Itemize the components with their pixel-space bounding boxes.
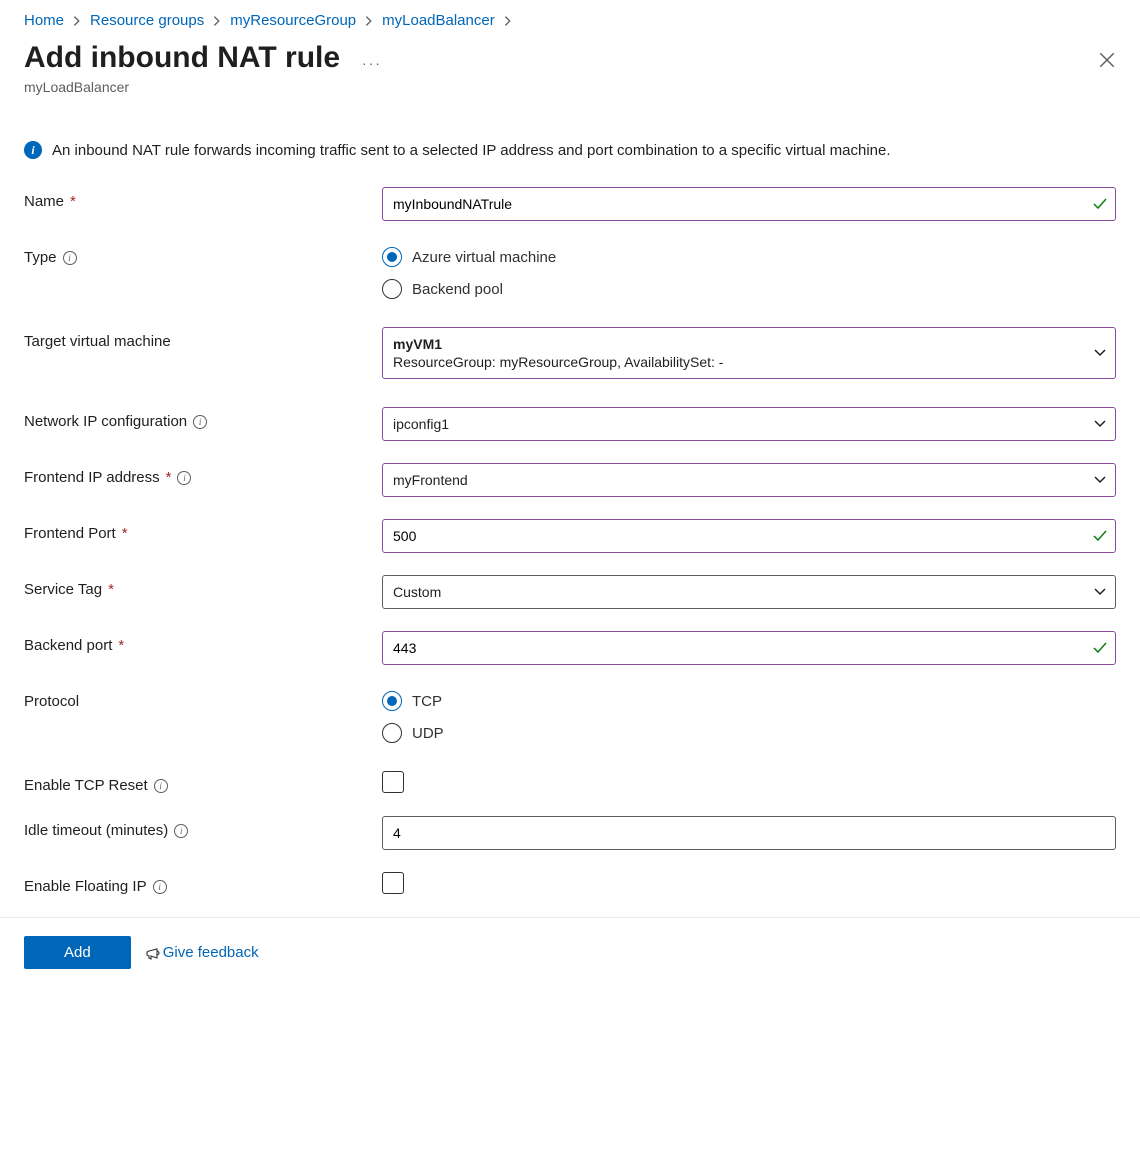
service-tag-select[interactable]: Custom — [382, 575, 1116, 609]
info-icon: i — [24, 141, 42, 159]
network-ip-select[interactable]: ipconfig1 — [382, 407, 1116, 441]
required-indicator: * — [122, 525, 128, 542]
backend-port-field[interactable] — [393, 632, 1079, 664]
megaphone-icon — [145, 945, 161, 961]
tcp-reset-label: Enable TCP Reset — [24, 777, 148, 794]
service-tag-label: Service Tag — [24, 581, 102, 598]
service-tag-value: Custom — [393, 584, 441, 600]
backend-port-label: Backend port — [24, 637, 112, 654]
type-radio-backend-pool[interactable]: Backend pool — [382, 279, 1116, 299]
target-vm-main: myVM1 — [393, 336, 442, 352]
give-feedback-link[interactable]: Give feedback — [145, 944, 259, 961]
page-title: Add inbound NAT rule — [24, 41, 340, 75]
required-indicator: * — [166, 469, 172, 486]
info-hint-icon[interactable]: i — [177, 471, 191, 485]
floating-ip-checkbox[interactable] — [382, 872, 404, 894]
breadcrumb-resource-groups[interactable]: Resource groups — [90, 12, 204, 29]
info-hint-icon[interactable]: i — [63, 251, 77, 265]
frontend-ip-label: Frontend IP address — [24, 469, 160, 486]
tcp-reset-checkbox[interactable] — [382, 771, 404, 793]
type-radio-group: Azure virtual machine Backend pool — [382, 243, 1116, 299]
breadcrumb-my-load-balancer[interactable]: myLoadBalancer — [382, 12, 495, 29]
protocol-radio-tcp[interactable]: TCP — [382, 691, 1116, 711]
type-radio-azure-vm[interactable]: Azure virtual machine — [382, 247, 1116, 267]
feedback-label: Give feedback — [163, 944, 259, 961]
radio-label: Backend pool — [412, 281, 503, 298]
required-indicator: * — [70, 193, 76, 210]
chevron-right-icon — [70, 14, 84, 28]
name-input[interactable] — [382, 187, 1116, 221]
network-ip-value: ipconfig1 — [393, 416, 449, 432]
footer-bar: Add Give feedback — [0, 917, 1140, 987]
add-button[interactable]: Add — [24, 936, 131, 969]
name-input-field[interactable] — [393, 188, 1079, 220]
radio-label: Azure virtual machine — [412, 249, 556, 266]
nat-rule-form: Name * Type i — [24, 187, 1116, 895]
radio-label: TCP — [412, 693, 442, 710]
protocol-radio-group: TCP UDP — [382, 687, 1116, 743]
target-vm-select[interactable]: myVM1 ResourceGroup: myResourceGroup, Av… — [382, 327, 1116, 379]
radio-icon — [382, 279, 402, 299]
info-hint-icon[interactable]: i — [193, 415, 207, 429]
idle-timeout-field[interactable] — [393, 817, 1079, 849]
breadcrumb-home[interactable]: Home — [24, 12, 64, 29]
target-vm-label: Target virtual machine — [24, 333, 171, 350]
frontend-ip-value: myFrontend — [393, 472, 468, 488]
radio-icon — [382, 247, 402, 267]
frontend-port-input[interactable] — [382, 519, 1116, 553]
info-banner-text: An inbound NAT rule forwards incoming tr… — [52, 139, 891, 163]
more-menu-button[interactable]: ··· — [362, 55, 382, 71]
network-ip-label: Network IP configuration — [24, 413, 187, 430]
type-label: Type — [24, 249, 57, 266]
required-indicator: * — [108, 581, 114, 598]
close-icon[interactable] — [1098, 51, 1116, 69]
backend-port-input[interactable] — [382, 631, 1116, 665]
required-indicator: * — [118, 637, 124, 654]
protocol-label: Protocol — [24, 693, 79, 710]
info-hint-icon[interactable]: i — [154, 779, 168, 793]
radio-label: UDP — [412, 725, 444, 742]
name-label: Name — [24, 193, 64, 210]
info-hint-icon[interactable]: i — [153, 880, 167, 894]
floating-ip-label: Enable Floating IP — [24, 878, 147, 895]
breadcrumb: Home Resource groups myResourceGroup myL… — [24, 12, 1116, 29]
target-vm-sub: ResourceGroup: myResourceGroup, Availabi… — [393, 354, 723, 370]
chevron-right-icon — [210, 14, 224, 28]
protocol-radio-udp[interactable]: UDP — [382, 723, 1116, 743]
frontend-ip-select[interactable]: myFrontend — [382, 463, 1116, 497]
radio-icon — [382, 691, 402, 711]
frontend-port-field[interactable] — [393, 520, 1079, 552]
page-subtitle: myLoadBalancer — [24, 79, 382, 95]
radio-icon — [382, 723, 402, 743]
frontend-port-label: Frontend Port — [24, 525, 116, 542]
breadcrumb-my-resource-group[interactable]: myResourceGroup — [230, 12, 356, 29]
chevron-right-icon — [362, 14, 376, 28]
idle-timeout-input[interactable] — [382, 816, 1116, 850]
info-hint-icon[interactable]: i — [174, 824, 188, 838]
chevron-right-icon — [501, 14, 515, 28]
idle-timeout-label: Idle timeout (minutes) — [24, 822, 168, 839]
